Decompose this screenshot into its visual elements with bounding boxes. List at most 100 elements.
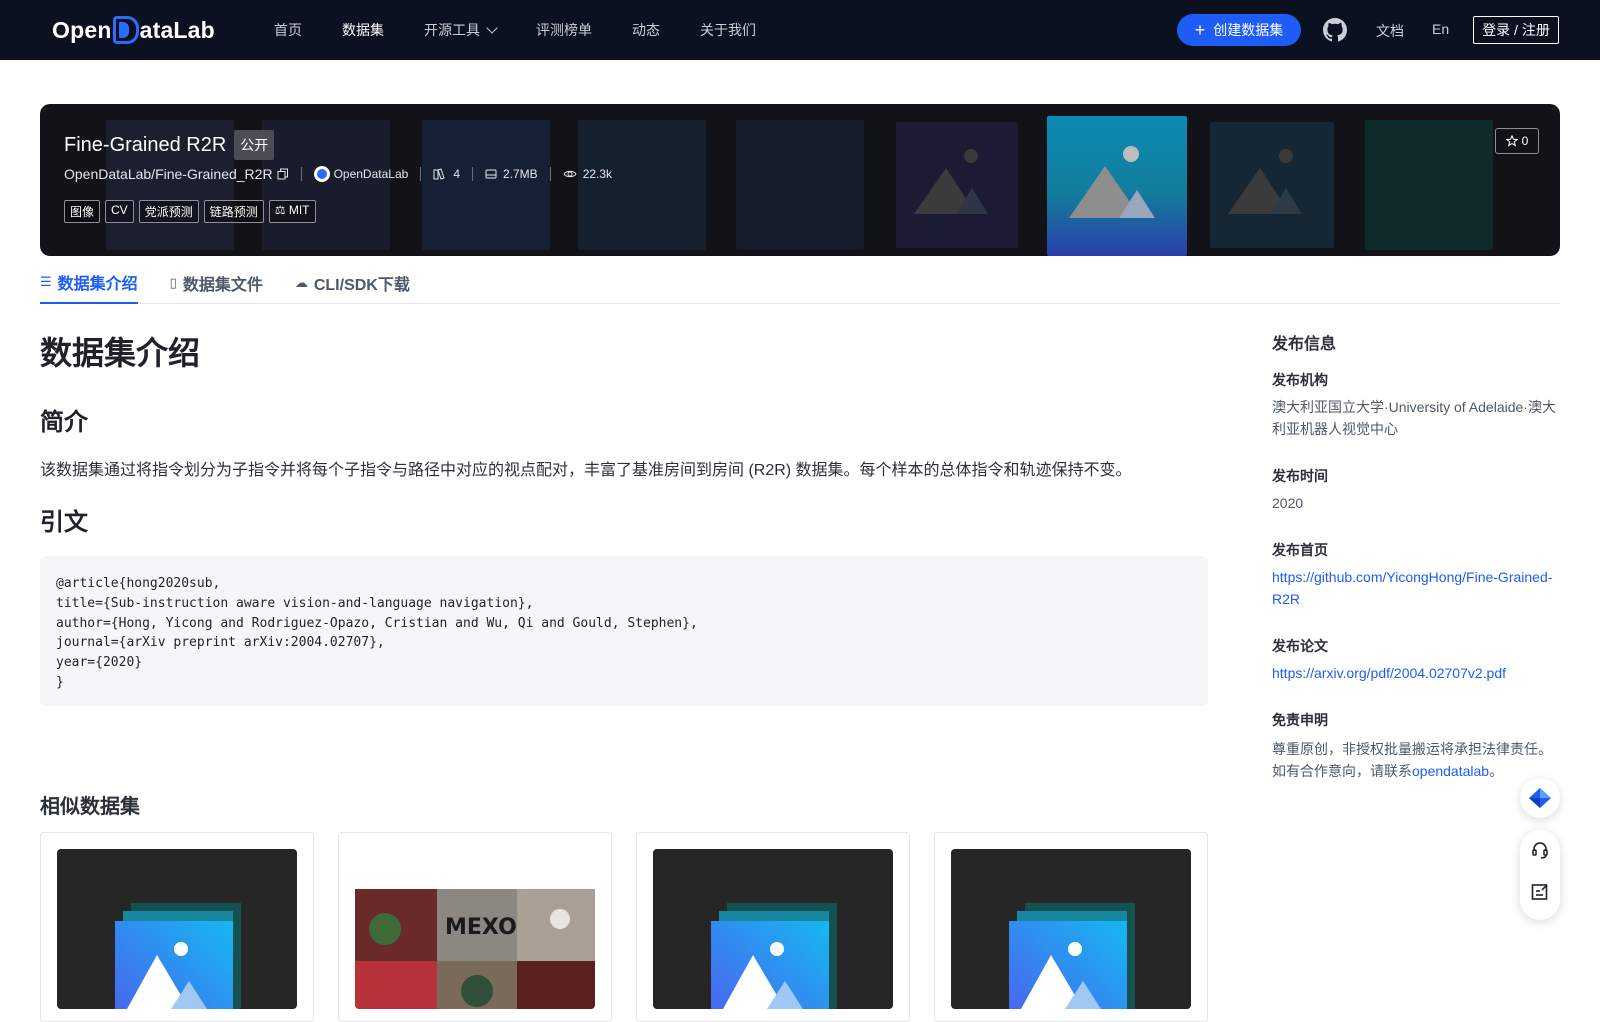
disclaimer-label: 免责申明	[1272, 712, 1328, 728]
scale-icon: ⚖	[274, 203, 286, 217]
publish-info-title: 发布信息	[1272, 336, 1337, 353]
tab-cli-sdk[interactable]: ☁ CLI/SDK下载	[295, 262, 410, 304]
tab-label: CLI/SDK下载	[313, 277, 410, 294]
logo-text-left: Open	[52, 16, 112, 43]
create-dataset-label: 创建数据集	[1213, 22, 1284, 38]
login-register-button[interactable]: 登录 / 注册	[1473, 16, 1559, 44]
disclaimer-text: 尊重原创，非授权批量搬运将承担法律责任。如有合作意向，请联系opendatala…	[1272, 738, 1562, 782]
file-count-value: 4	[453, 167, 460, 181]
nav-item-tools[interactable]: 开源工具	[424, 20, 498, 40]
similar-dataset-card[interactable]: MEXOUT	[338, 832, 612, 1022]
banner-thumbnail	[736, 120, 864, 250]
main-menu: 首页 数据集 开源工具 评测榜单 动态 关于我们	[274, 0, 796, 60]
nav-item-news[interactable]: 动态	[632, 20, 660, 40]
divider	[420, 167, 422, 181]
tag-party-prediction[interactable]: 党派预测	[138, 200, 199, 223]
dataset-banner: Fine-Grained R2R 公开 OpenDataLab/Fine-Gra…	[40, 104, 1560, 256]
view-count: 22.3k	[563, 167, 612, 181]
disk-icon	[485, 168, 497, 180]
tab-label: 数据集文件	[182, 277, 263, 294]
divider	[300, 167, 302, 181]
dataset-tabs: ☰ 数据集介绍 ▯ 数据集文件 ☁ CLI/SDK下载	[40, 262, 1560, 304]
dataset-title-row: Fine-Grained R2R 公开	[64, 130, 275, 160]
similar-dataset-card[interactable]	[934, 832, 1208, 1022]
paper-label: 发布论文	[1272, 638, 1328, 654]
divider	[472, 167, 473, 181]
eye-icon	[563, 168, 577, 180]
placeholder-image-icon	[57, 849, 297, 1009]
tab-files[interactable]: ▯ 数据集文件	[170, 262, 263, 304]
top-nav: Open ataLab 首页 数据集 开源工具 评测榜单 动态 关于我们 + 创…	[0, 0, 1600, 60]
language-switch[interactable]: En	[1432, 21, 1449, 37]
headset-icon[interactable]	[1530, 840, 1550, 860]
nav-item-label: 首页	[274, 22, 302, 38]
license-label: MIT	[288, 203, 310, 217]
plus-icon: +	[1194, 20, 1206, 40]
create-dataset-button[interactable]: + 创建数据集	[1177, 14, 1301, 46]
nav-item-label: 开源工具	[424, 22, 480, 38]
disclaimer-text-part: 。	[1489, 763, 1504, 779]
github-icon[interactable]	[1323, 18, 1347, 42]
view-count-value: 22.3k	[582, 167, 613, 181]
banner-thumbnail	[422, 120, 550, 250]
dataset-meta: OpenDataLab/Fine-Grained_R2R OpenDataLab…	[64, 166, 612, 182]
opendatalab-logo[interactable]: Open ataLab	[52, 14, 215, 46]
file-count: 4	[433, 167, 460, 181]
file-icon: ▯	[169, 275, 177, 290]
nav-item-home[interactable]: 首页	[274, 20, 302, 40]
logo-text-right: ataLab	[139, 16, 215, 43]
nav-item-label: 评测榜单	[536, 22, 592, 38]
chevron-down-icon	[486, 22, 498, 34]
feedback-edit-icon[interactable]	[1530, 882, 1550, 902]
tag-cv[interactable]: CV	[105, 200, 134, 223]
homepage-link[interactable]: https://github.com/YicongHong/Fine-Grain…	[1272, 569, 1552, 607]
star-button[interactable]: 0	[1495, 128, 1539, 154]
contact-link[interactable]: opendatalab	[1412, 763, 1489, 779]
publisher-org-value: 澳大利亚国立大学·University of Adelaide·澳大利亚机器人视…	[1272, 399, 1556, 437]
visibility-badge: 公开	[234, 130, 275, 160]
tag-license[interactable]: ⚖ MIT	[268, 200, 316, 223]
publisher-avatar	[313, 166, 330, 182]
homepage-label: 发布首页	[1272, 542, 1328, 558]
publish-time-value: 2020	[1272, 495, 1304, 511]
placeholder-image-icon	[951, 849, 1191, 1009]
paper-link[interactable]: https://arxiv.org/pdf/2004.02707v2.pdf	[1272, 665, 1506, 681]
tag-image[interactable]: 图像	[64, 200, 101, 223]
nav-item-about[interactable]: 关于我们	[700, 20, 756, 40]
intro-text: 该数据集通过将指令划分为子指令并将每个子指令与路径中对应的视点配对，丰富了基准房…	[40, 462, 1132, 479]
tab-intro[interactable]: ☰ 数据集介绍	[40, 262, 138, 304]
diamond-logo-icon	[1529, 788, 1551, 808]
publisher-org-label: 发布机构	[1272, 372, 1328, 388]
publisher[interactable]: OpenDataLab	[313, 166, 409, 182]
nav-item-leaderboard[interactable]: 评测榜单	[536, 20, 592, 40]
tab-label: 数据集介绍	[57, 276, 138, 293]
page-heading: 数据集介绍	[40, 335, 201, 371]
database-icon: ☰	[40, 274, 52, 289]
star-count: 0	[1521, 134, 1529, 148]
citation-block[interactable]: @article{hong2020sub, title={Sub-instruc…	[40, 556, 1208, 706]
copy-icon[interactable]	[277, 168, 289, 180]
publish-time-label: 发布时间	[1272, 468, 1328, 484]
similar-dataset-card[interactable]	[636, 832, 910, 1022]
cloud-download-icon: ☁	[294, 275, 308, 290]
banner-thumbnail	[1365, 120, 1493, 250]
nav-item-label: 数据集	[342, 22, 384, 38]
logo-d-mark	[112, 16, 139, 44]
nav-item-label: 动态	[632, 22, 660, 38]
dataset-size: 2.7MB	[485, 167, 538, 181]
tag-link-prediction[interactable]: 链路预测	[203, 200, 264, 223]
publisher-name: OpenDataLab	[333, 167, 409, 181]
nav-item-datasets[interactable]: 数据集	[342, 20, 384, 40]
docs-link[interactable]: 文档	[1376, 21, 1404, 41]
tag-list: 图像 CV 党派预测 链路预测 ⚖ MIT	[64, 200, 321, 223]
banner-thumbnail	[262, 120, 390, 250]
placeholder-image-icon	[1210, 122, 1334, 248]
similar-dataset-card[interactable]	[40, 832, 314, 1022]
repo-path: OpenDataLab/Fine-Grained_R2R	[64, 166, 273, 182]
placeholder-image-icon	[653, 849, 893, 1009]
placeholder-image-icon	[896, 122, 1018, 248]
placeholder-image-icon	[1047, 116, 1187, 256]
dataset-title: Fine-Grained R2R	[64, 133, 227, 156]
star-icon	[1505, 135, 1518, 147]
floating-logo-button[interactable]	[1520, 778, 1560, 818]
